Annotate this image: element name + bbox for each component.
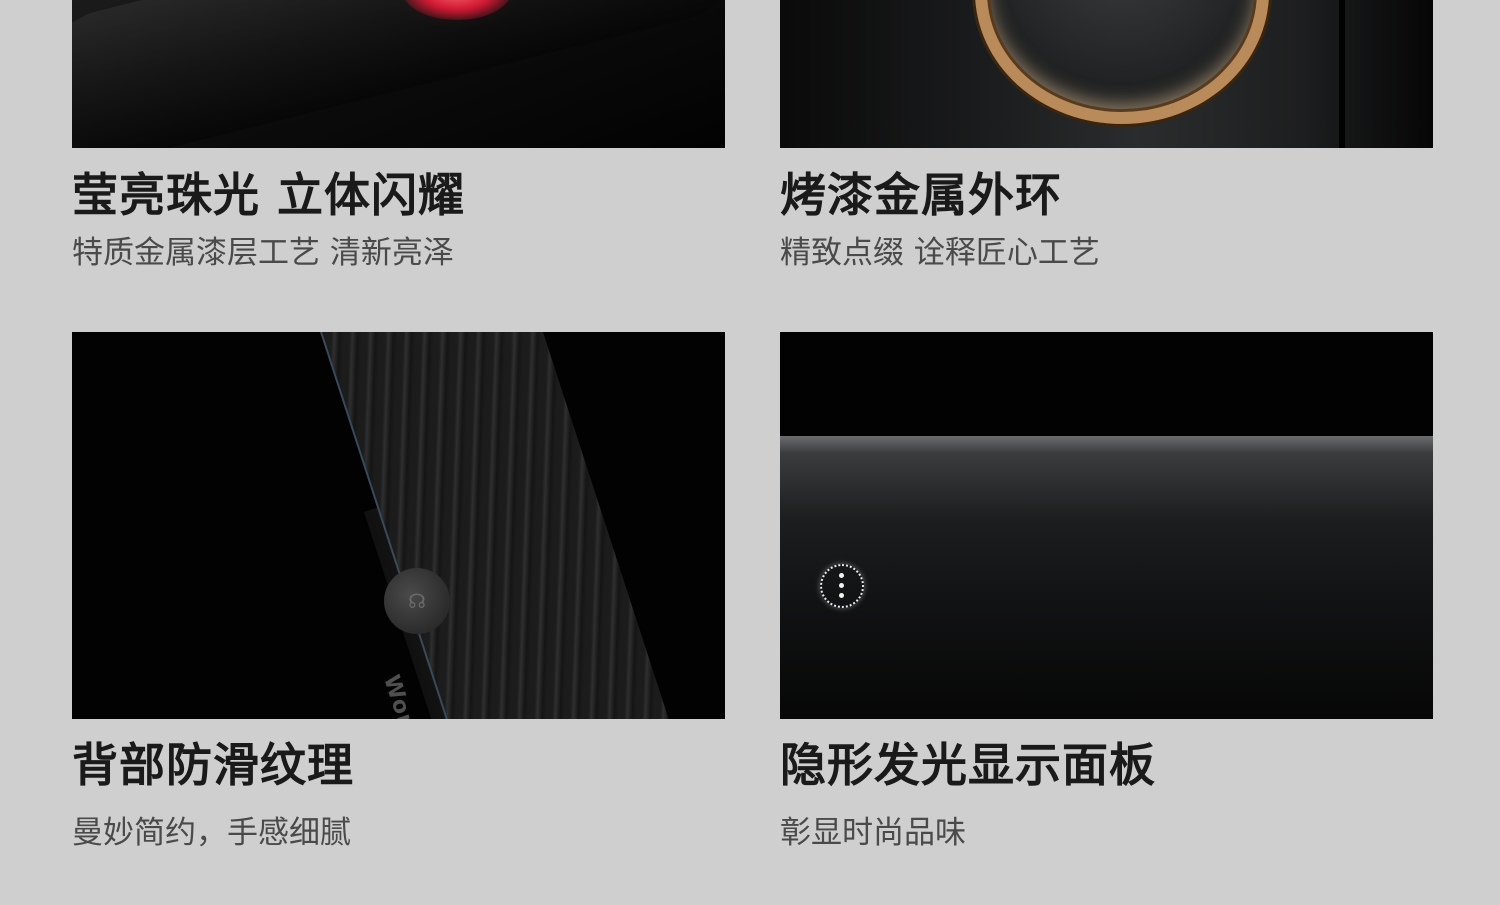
feature-title: 隐形发光显示面板 (780, 738, 1156, 792)
brand-logo-icon: ☊ (384, 568, 450, 634)
feature-title: 烤漆金属外环 (780, 168, 1062, 222)
feature-card-ring: 烤漆金属外环 精致点缀 诠释匠心工艺 (780, 0, 1433, 269)
feature-card-panel: 隐形发光显示面板 彰显时尚品味 (780, 332, 1433, 849)
feature-title: 莹亮珠光 立体闪耀 (72, 168, 466, 222)
product-photo-display-panel (780, 332, 1433, 719)
ribbed-grip (307, 332, 670, 719)
feature-card-texture: ☊ Works with HUAWEI 背部防滑纹理 曼妙简约，手感细腻 (72, 332, 725, 849)
device-body (780, 436, 1433, 719)
product-photo-metal-ring (780, 0, 1433, 148)
feature-subtitle: 彰显时尚品味 (780, 815, 966, 851)
feature-card-pearl: 莹亮珠光 立体闪耀 特质金属漆层工艺 清新亮泽 (72, 0, 725, 269)
product-photo-grip-texture: ☊ Works with HUAWEI (72, 332, 725, 719)
led-dots-icon (820, 564, 864, 608)
device-handle (72, 0, 725, 148)
product-photo-pearl-finish (72, 0, 725, 148)
feature-subtitle: 曼妙简约，手感细腻 (72, 815, 351, 851)
device-edge (1339, 0, 1345, 148)
gold-metal-ring (975, 0, 1269, 124)
feature-subtitle: 精致点缀 诠释匠心工艺 (780, 235, 1100, 271)
feature-title: 背部防滑纹理 (72, 738, 354, 792)
feature-subtitle: 特质金属漆层工艺 清新亮泽 (72, 235, 454, 271)
